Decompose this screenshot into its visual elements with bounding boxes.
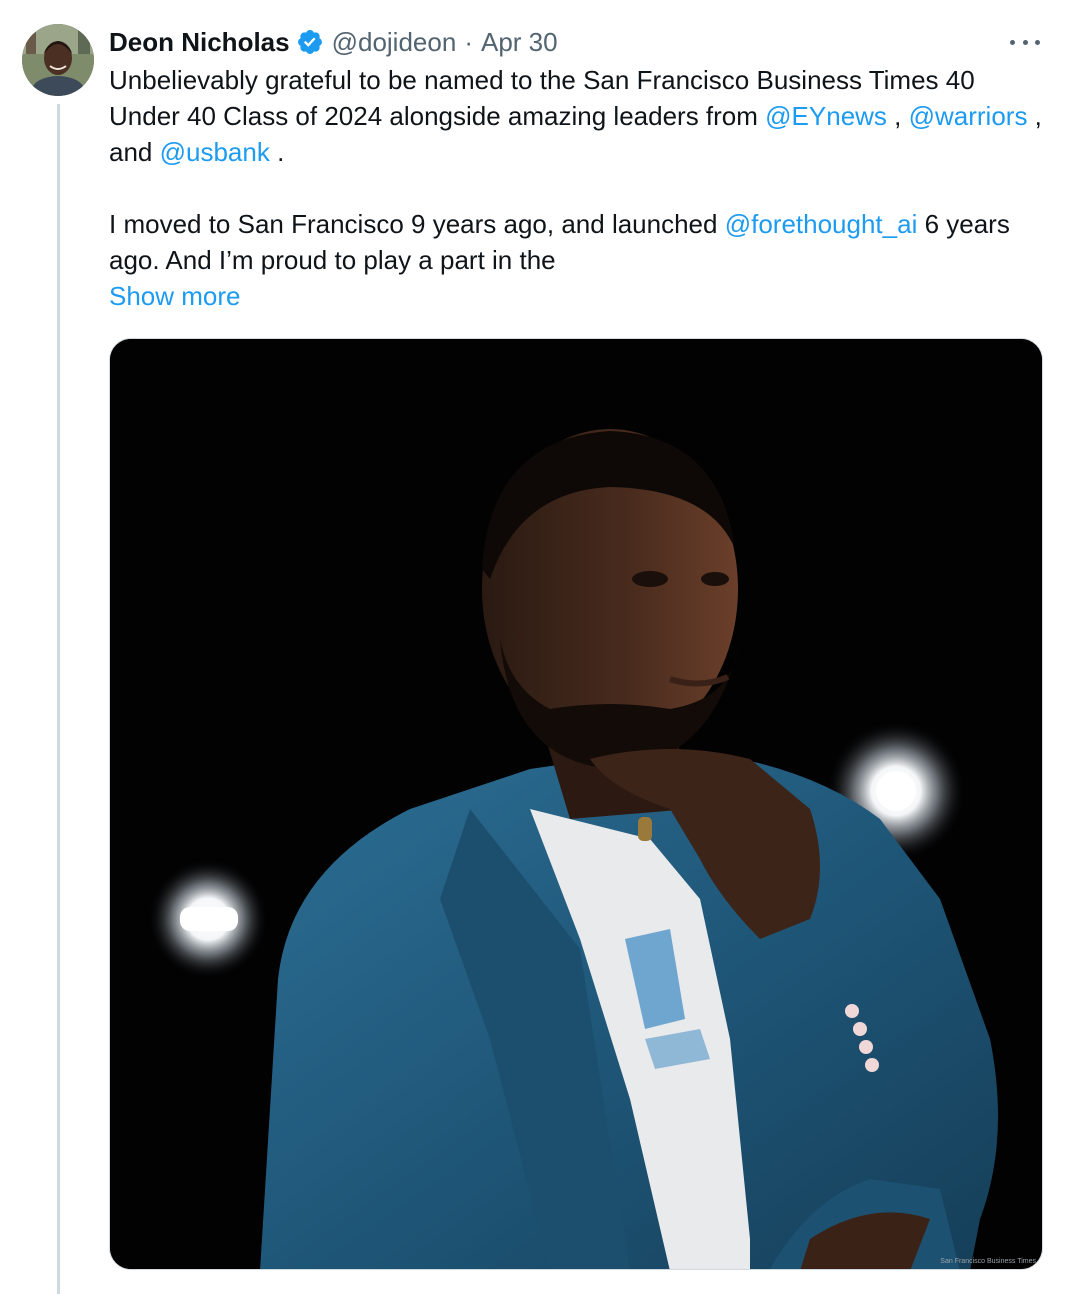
mention-eynews[interactable]: @EYnews — [765, 101, 887, 131]
tweet-text: Unbelievably grateful to be named to the… — [109, 62, 1049, 314]
show-more-link[interactable]: Show more — [109, 278, 241, 314]
author-name[interactable]: Deon Nicholas — [109, 27, 290, 58]
more-dot — [1010, 39, 1015, 45]
text-segment: . — [269, 137, 285, 167]
avatar-image — [22, 24, 94, 96]
text-segment: , — [886, 101, 909, 131]
mention-usbank[interactable]: @usbank — [160, 137, 270, 167]
author-avatar[interactable] — [22, 24, 94, 96]
tweet-date[interactable]: Apr 30 — [481, 27, 558, 58]
tweet-paragraph-2: I moved to San Francisco 9 years ago, an… — [109, 206, 1049, 278]
more-options-icon[interactable] — [1010, 30, 1040, 54]
header-separator: · — [464, 26, 473, 57]
thread-connector-line — [57, 104, 60, 1294]
tweet-paragraph-1: Unbelievably grateful to be named to the… — [109, 62, 1049, 170]
more-dot — [1035, 39, 1040, 45]
tweet-header: Deon Nicholas @dojideon · Apr 30 — [109, 24, 558, 60]
mention-warriors[interactable]: @warriors — [909, 101, 1028, 131]
text-segment: I moved to San Francisco 9 years ago, an… — [109, 209, 725, 239]
more-dot — [1022, 39, 1028, 45]
tweet-photo[interactable]: San Francisco Business Times — [109, 338, 1043, 1270]
photo-credit: San Francisco Business Times — [940, 1258, 1036, 1265]
portrait-photo — [110, 339, 1042, 1269]
mention-forethought-ai[interactable]: @forethought_ai — [725, 209, 918, 239]
author-handle[interactable]: @dojideon — [332, 27, 457, 58]
verified-badge-icon — [296, 28, 324, 56]
